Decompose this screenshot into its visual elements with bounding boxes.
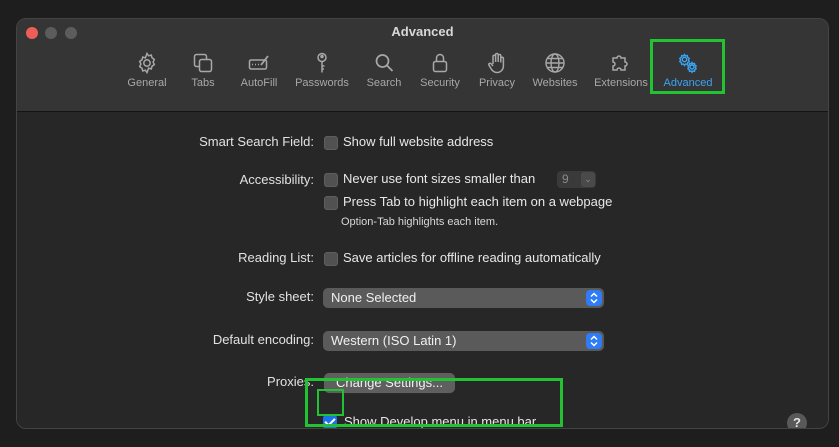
gear-icon [138, 51, 156, 75]
tab-websites-label: Websites [532, 77, 578, 89]
min-font-size-checkbox[interactable] [324, 173, 338, 187]
globe-icon [545, 53, 565, 73]
tab-autofill-label: AutoFill [240, 77, 278, 89]
tab-search[interactable]: Search [363, 47, 405, 105]
puzzle-icon [612, 55, 628, 71]
change-settings-button[interactable]: Change Settings... [324, 373, 455, 393]
tab-security-label: Security [420, 77, 460, 89]
tab-passwords-label: Passwords [295, 77, 349, 89]
tab-passwords[interactable]: Passwords [292, 47, 352, 105]
tab-extensions-label: Extensions [594, 77, 648, 89]
press-tab-label: Press Tab to highlight each item on a we… [343, 194, 613, 209]
proxies-label: Proxies: [267, 374, 314, 389]
tab-general[interactable]: General [126, 47, 168, 105]
default-encoding-select[interactable]: Western (ISO Latin 1) [323, 331, 604, 351]
help-button[interactable]: ? [787, 413, 807, 428]
min-font-size-label: Never use font sizes smaller than [343, 171, 536, 186]
style-sheet-label: Style sheet: [246, 289, 314, 304]
hand-icon [488, 52, 505, 74]
tab-autofill[interactable]: AutoFill [238, 47, 280, 105]
gears-icon [678, 53, 697, 74]
updown-chevron-icon [586, 290, 602, 306]
lock-icon [432, 53, 448, 73]
search-icon [375, 54, 394, 72]
show-full-address-checkbox[interactable] [324, 136, 338, 150]
min-font-size-value: 9 [562, 172, 569, 186]
preferences-toolbar: General Tabs AutoFill Passwords Search S… [17, 47, 828, 107]
min-font-size-stepper[interactable]: 9 ⌄ [557, 171, 596, 188]
reading-list-label: Reading List: [238, 250, 314, 265]
smart-search-label: Smart Search Field: [199, 134, 314, 149]
default-encoding-value: Western (ISO Latin 1) [331, 333, 457, 348]
title-bar: Advanced General Tabs AutoFill Passwords… [17, 19, 828, 112]
tab-privacy[interactable]: Privacy [475, 47, 519, 105]
save-articles-offline-checkbox[interactable] [324, 252, 338, 266]
tabs-icon [193, 53, 213, 73]
show-develop-menu-checkbox[interactable] [323, 415, 337, 428]
tab-tabs[interactable]: Tabs [187, 47, 219, 105]
accessibility-label: Accessibility: [239, 172, 314, 187]
show-full-address-label: Show full website address [343, 134, 494, 149]
autofill-icon [248, 55, 269, 70]
updown-chevron-icon [586, 333, 602, 349]
chevron-down-icon: ⌄ [581, 172, 595, 187]
tab-websites[interactable]: Websites [529, 47, 581, 105]
tab-privacy-label: Privacy [478, 77, 516, 89]
key-icon [317, 52, 327, 73]
press-tab-checkbox[interactable] [324, 196, 338, 210]
style-sheet-value: None Selected [331, 290, 417, 305]
save-articles-offline-label: Save articles for offline reading automa… [343, 250, 601, 265]
tab-tabs-label: Tabs [191, 77, 215, 89]
default-encoding-label: Default encoding: [212, 332, 314, 347]
tab-extensions[interactable]: Extensions [591, 47, 651, 105]
window-title: Advanced [391, 24, 454, 39]
option-tab-note: Option-Tab highlights each item. [341, 216, 499, 228]
style-sheet-select[interactable]: None Selected [323, 288, 604, 308]
tab-advanced[interactable]: Advanced [659, 47, 717, 105]
advanced-settings-pane: Smart Search Field: Show full website ad… [17, 112, 828, 429]
preferences-window: Advanced General Tabs AutoFill Passwords… [16, 18, 829, 429]
tab-advanced-label: Advanced [663, 77, 713, 89]
tab-general-label: General [127, 77, 167, 89]
tab-security[interactable]: Security [415, 47, 465, 105]
tab-search-label: Search [366, 77, 402, 89]
show-develop-menu-label: Show Develop menu in menu bar [344, 414, 537, 429]
